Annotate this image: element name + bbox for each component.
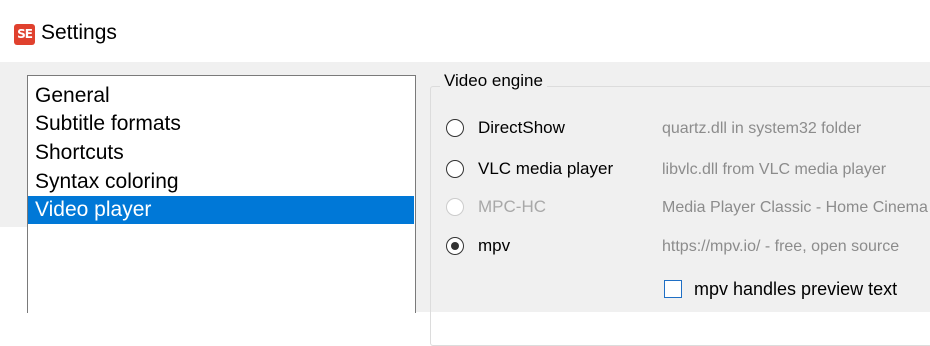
- vlc-description: libvlc.dll from VLC media player: [662, 161, 887, 178]
- mpc-hc-label: MPC-HC: [478, 197, 546, 216]
- title-bar: SE Settings: [0, 0, 930, 62]
- directshow-radio[interactable]: [446, 119, 464, 137]
- sidebar-item-general[interactable]: General: [28, 82, 414, 110]
- settings-category-list[interactable]: General Subtitle formats Shortcuts Synta…: [27, 75, 416, 313]
- window-title: Settings: [41, 21, 117, 44]
- mpv-preview-text-checkbox[interactable]: [664, 280, 682, 298]
- video-engine-group-title: Video engine: [440, 70, 547, 92]
- mpv-radio[interactable]: [446, 237, 464, 255]
- mpc-hc-description: Media Player Classic - Home Cinema: [662, 199, 928, 216]
- sidebar-item-shortcuts[interactable]: Shortcuts: [28, 139, 414, 167]
- sidebar-item-subtitle-formats[interactable]: Subtitle formats: [28, 110, 414, 138]
- vlc-label[interactable]: VLC media player: [478, 158, 613, 180]
- vlc-radio[interactable]: [446, 160, 464, 178]
- mpv-description: https://mpv.io/ - free, open source: [662, 238, 900, 255]
- directshow-description: quartz.dll in system32 folder: [662, 120, 862, 137]
- app-icon: SE: [14, 24, 35, 45]
- mpv-label[interactable]: mpv: [478, 235, 510, 257]
- directshow-label[interactable]: DirectShow: [478, 117, 565, 139]
- radio-selected-dot: [450, 241, 459, 250]
- sidebar-item-syntax-coloring[interactable]: Syntax coloring: [28, 168, 414, 196]
- sidebar-item-video-player[interactable]: Video player: [28, 196, 414, 224]
- mpv-preview-text-label[interactable]: mpv handles preview text: [694, 278, 897, 300]
- mpc-hc-radio: [446, 198, 464, 216]
